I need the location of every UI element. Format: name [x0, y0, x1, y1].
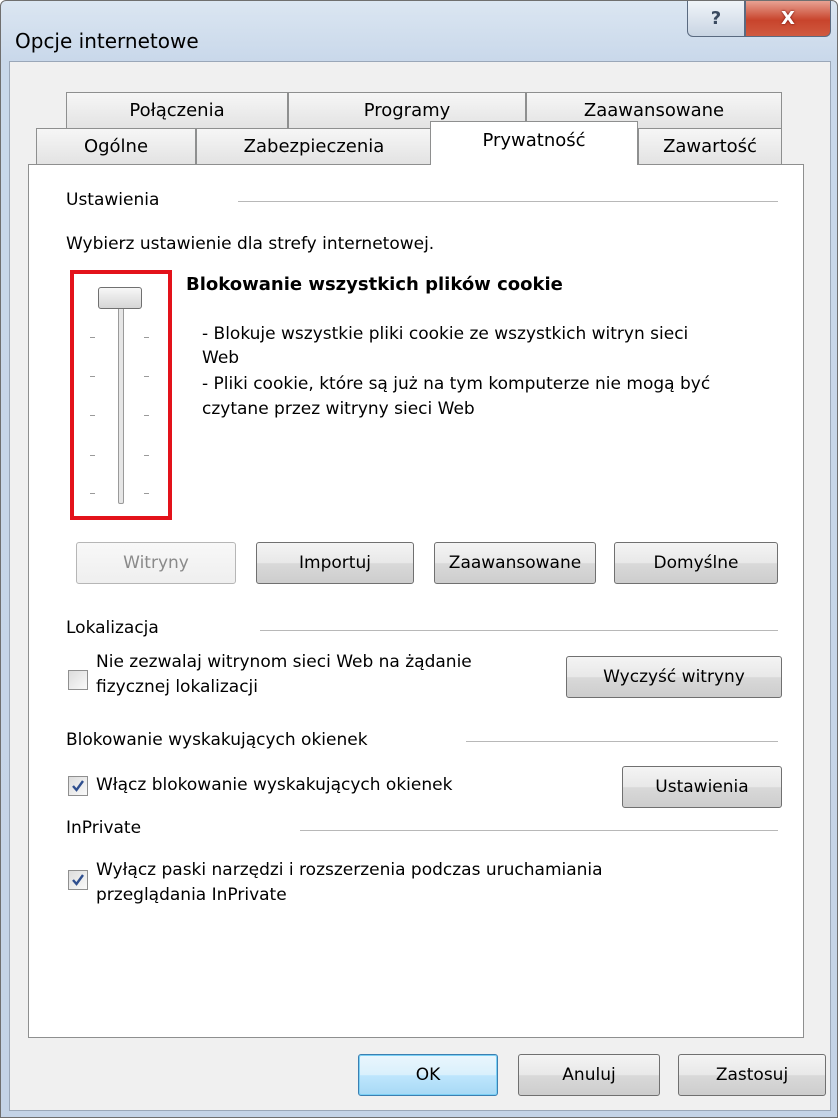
clear-sites-button[interactable]: Wyczyść witryny	[566, 656, 782, 698]
sites-button[interactable]: Witryny	[76, 542, 236, 584]
title-bar[interactable]: Opcje internetowe ? X	[1, 1, 837, 61]
import-button[interactable]: Importuj	[256, 542, 414, 584]
popup-group-title: Blokowanie wyskakujących okienek	[66, 730, 368, 750]
tab-security[interactable]: Zabezpieczenia	[196, 128, 432, 164]
tab-general[interactable]: Ogólne	[36, 128, 196, 164]
help-icon: ?	[710, 8, 722, 29]
cancel-button[interactable]: Anuluj	[518, 1054, 660, 1096]
help-button[interactable]: ?	[687, 1, 745, 37]
privacy-description-line1: - Blokuje wszystkie pliki cookie ze wszy…	[202, 324, 689, 344]
popup-settings-button[interactable]: Ustawienia	[622, 766, 782, 808]
inprivate-group-title: InPrivate	[66, 818, 142, 838]
inprivate-checkbox[interactable]	[68, 870, 88, 890]
privacy-description-line3: - Pliki cookie, które są już na tym komp…	[202, 374, 711, 394]
location-checkbox-label-line2: fizycznej lokalizacji	[96, 677, 258, 697]
settings-group-divider	[238, 201, 778, 202]
close-icon: X	[781, 8, 795, 29]
inprivate-checkbox-label-line2: przeglądania InPrivate	[96, 885, 287, 905]
popup-blocker-checkbox[interactable]	[68, 776, 88, 796]
checkmark-icon	[72, 874, 84, 886]
popup-group-divider	[466, 741, 778, 742]
location-group-divider	[260, 630, 778, 631]
privacy-description-line4: czytane przez witryny sieci Web	[202, 399, 475, 419]
location-group-title: Lokalizacja	[66, 618, 159, 638]
tab-connections[interactable]: Połączenia	[66, 92, 288, 128]
inprivate-group-divider	[300, 830, 778, 831]
default-button[interactable]: Domyślne	[614, 542, 778, 584]
popup-blocker-label: Włącz blokowanie wyskakujących okienek	[96, 775, 453, 795]
close-button[interactable]: X	[745, 1, 831, 37]
apply-button[interactable]: Zastosuj	[678, 1054, 826, 1096]
tab-content[interactable]: Zawartość	[638, 128, 782, 164]
zone-instruction: Wybierz ustawienie dla strefy internetow…	[66, 234, 435, 254]
tab-privacy[interactable]: Prywatność	[430, 121, 638, 165]
window-title: Opcje internetowe	[15, 29, 199, 53]
location-checkbox-label-line1: Nie zezwalaj witrynom sieci Web na żądan…	[96, 652, 472, 672]
ok-button[interactable]: OK	[358, 1054, 498, 1096]
settings-group-title: Ustawienia	[66, 190, 160, 210]
inprivate-checkbox-label-line1: Wyłącz paski narzędzi i rozszerzenia pod…	[96, 860, 603, 880]
checkmark-icon	[72, 780, 84, 792]
location-checkbox[interactable]	[68, 670, 88, 690]
privacy-description-line2: Web	[202, 348, 240, 368]
advanced-button[interactable]: Zaawansowane	[434, 542, 596, 584]
privacy-level-title: Blokowanie wszystkich plików cookie	[186, 274, 563, 295]
slider-highlight-box	[70, 270, 172, 520]
